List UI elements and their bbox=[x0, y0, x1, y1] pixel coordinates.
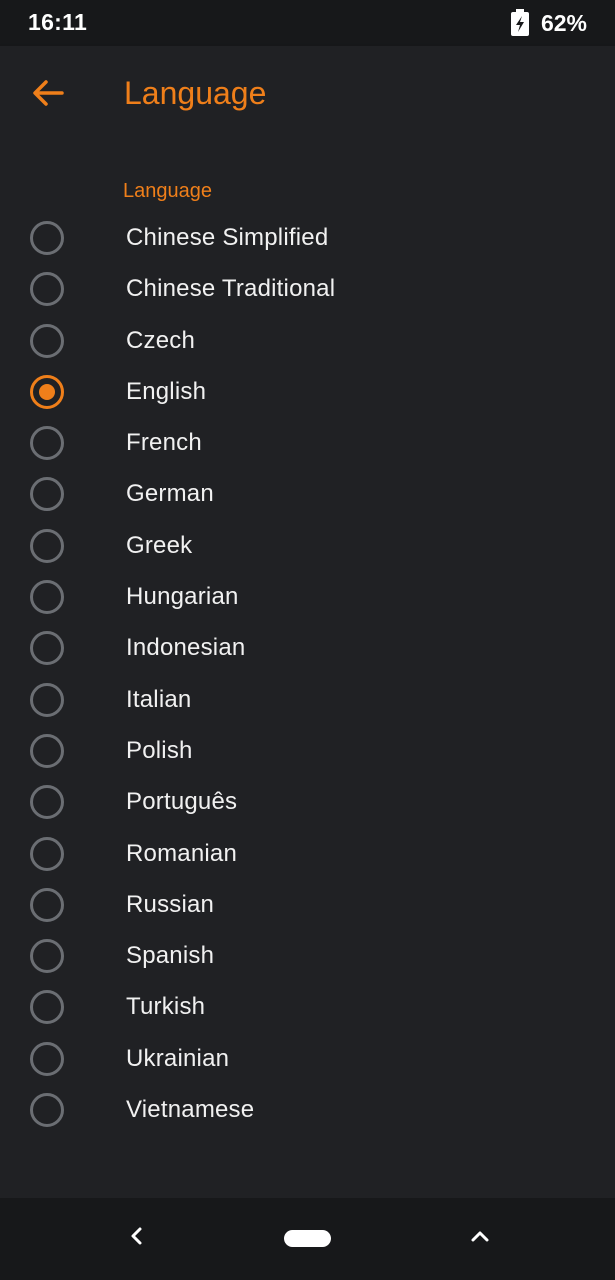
language-label: Romanian bbox=[126, 839, 237, 867]
home-pill-icon[interactable] bbox=[284, 1230, 331, 1247]
status-right: 62% bbox=[509, 9, 587, 37]
language-option[interactable]: Czech bbox=[0, 315, 615, 366]
language-label: Turkish bbox=[126, 993, 206, 1021]
chevron-left-icon bbox=[129, 1226, 143, 1251]
status-bar: 16:11 62% bbox=[0, 0, 615, 46]
language-option[interactable]: Turkish bbox=[0, 981, 615, 1032]
radio-unchecked-icon[interactable] bbox=[30, 580, 64, 615]
language-label: English bbox=[126, 377, 207, 405]
language-option[interactable]: Italian bbox=[0, 674, 615, 725]
language-option[interactable]: French bbox=[0, 417, 615, 468]
radio-unchecked-icon[interactable] bbox=[30, 785, 64, 820]
language-label: Chinese Simplified bbox=[126, 224, 329, 251]
language-option[interactable]: Polish bbox=[0, 725, 615, 776]
radio-unchecked-icon[interactable] bbox=[30, 990, 64, 1025]
language-label: Indonesian bbox=[126, 634, 246, 662]
radio-unchecked-icon[interactable] bbox=[30, 528, 64, 563]
language-list: Chinese Simplified Chinese Traditional Cze… bbox=[0, 212, 615, 1135]
language-label: Chinese Traditional bbox=[126, 275, 336, 303]
language-option[interactable]: English bbox=[0, 366, 615, 417]
language-label: Polish bbox=[126, 736, 193, 764]
radio-unchecked-icon[interactable] bbox=[30, 1093, 64, 1128]
language-label: French bbox=[126, 429, 202, 457]
language-option[interactable]: Greek bbox=[0, 520, 615, 571]
nav-overview-button[interactable] bbox=[462, 1220, 498, 1256]
page-title: Language bbox=[124, 75, 267, 111]
language-option[interactable]: Vietnamese bbox=[0, 1084, 615, 1135]
radio-unchecked-icon[interactable] bbox=[30, 733, 64, 768]
language-option[interactable]: Português bbox=[0, 776, 615, 827]
language-option[interactable]: Spanish bbox=[0, 930, 615, 981]
language-option[interactable]: Hungarian bbox=[0, 571, 615, 622]
chevron-up-icon bbox=[470, 1229, 490, 1248]
battery-charging-icon bbox=[509, 9, 533, 37]
radio-unchecked-icon[interactable] bbox=[30, 1041, 64, 1076]
radio-unchecked-icon[interactable] bbox=[30, 682, 64, 717]
battery-percent: 62% bbox=[540, 9, 587, 36]
language-label: Greek bbox=[126, 531, 193, 559]
section-header: Language bbox=[123, 180, 212, 202]
status-time: 16:11 bbox=[28, 9, 88, 35]
language-label: Czech bbox=[126, 326, 196, 354]
language-label: Português bbox=[126, 788, 238, 816]
language-label: Vietnamese bbox=[126, 1096, 255, 1124]
radio-checked-icon[interactable] bbox=[30, 374, 64, 409]
app-bar: Language bbox=[0, 46, 615, 144]
language-label: Spanish bbox=[126, 942, 215, 970]
radio-unchecked-icon[interactable] bbox=[30, 631, 64, 666]
arrow-back-icon bbox=[32, 79, 64, 112]
language-label: Ukrainian bbox=[126, 1044, 230, 1072]
radio-unchecked-icon[interactable] bbox=[30, 887, 64, 922]
language-option[interactable]: Chinese Traditional bbox=[0, 263, 615, 314]
language-option[interactable]: Chinese Simplified bbox=[0, 212, 615, 263]
radio-unchecked-icon[interactable] bbox=[30, 272, 64, 307]
language-option[interactable]: German bbox=[0, 468, 615, 519]
language-option[interactable]: Indonesian bbox=[0, 622, 615, 673]
language-label: Italian bbox=[126, 685, 192, 713]
language-option[interactable]: Ukrainian bbox=[0, 1033, 615, 1084]
radio-unchecked-icon[interactable] bbox=[30, 477, 64, 512]
language-settings: Language Chinese Simplified Chinese Tradi… bbox=[0, 144, 615, 1198]
radio-unchecked-icon[interactable] bbox=[30, 221, 64, 255]
language-label: German bbox=[126, 480, 214, 508]
language-label: Russian bbox=[126, 890, 215, 918]
radio-unchecked-icon[interactable] bbox=[30, 939, 64, 974]
nav-back-button[interactable] bbox=[118, 1220, 154, 1256]
radio-unchecked-icon[interactable] bbox=[30, 836, 64, 871]
navigation-bar bbox=[0, 1198, 615, 1280]
language-label: Hungarian bbox=[126, 583, 239, 611]
language-option[interactable]: Romanian bbox=[0, 828, 615, 879]
radio-unchecked-icon[interactable] bbox=[30, 426, 64, 461]
radio-unchecked-icon[interactable] bbox=[30, 323, 64, 358]
language-option[interactable]: Russian bbox=[0, 879, 615, 930]
back-button[interactable] bbox=[18, 65, 78, 125]
